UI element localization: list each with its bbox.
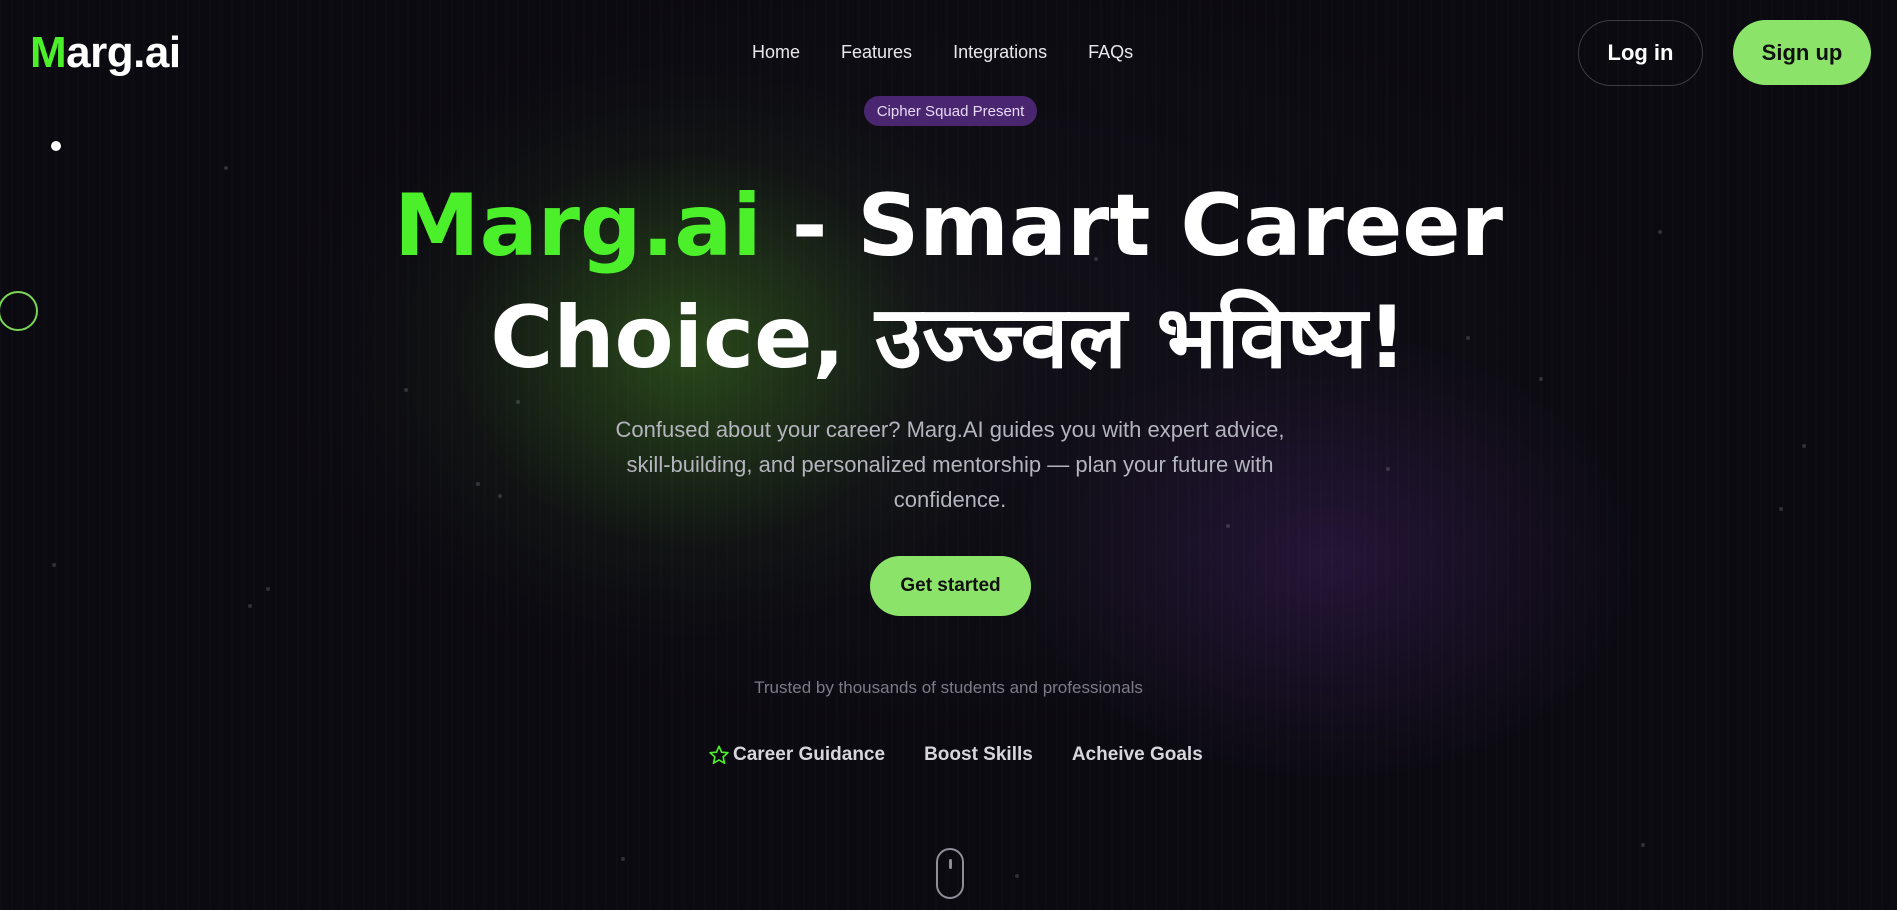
presenter-badge: Cipher Squad Present [864,96,1037,126]
feature-career-guidance: Career Guidance [708,744,885,766]
feature-label: Career Guidance [733,744,886,765]
logo[interactable]: Marg.ai [30,28,181,78]
hero-title: Marg.ai - Smart Career Choice, उज्ज्वल भ… [0,170,1897,394]
nav-home[interactable]: Home [752,42,800,63]
hero-subtitle: Confused about your career? Marg.AI guid… [615,417,1285,512]
particle-dot [1015,874,1019,878]
login-button[interactable]: Log in [1578,20,1703,86]
nav-integrations[interactable]: Integrations [953,42,1047,63]
particle-dot [476,482,480,486]
feature-achieve-goals: Acheive Goals [1072,744,1203,766]
particle-dot [266,587,270,591]
particle-dot [1226,524,1230,528]
nav-faqs[interactable]: FAQs [1088,42,1133,63]
logo-accent: M [30,28,67,77]
signup-button[interactable]: Sign up [1733,20,1871,85]
particle-dot [516,400,520,404]
particle-dot [248,604,252,608]
star-outline-icon [709,745,729,764]
feature-list: Career Guidance Boost Skills Acheive Goa… [708,744,1242,766]
feature-label: Boost Skills [924,744,1033,765]
hero-title-line2: Choice, उज्ज्वल भविष्य! [490,288,1407,388]
particle-dot [1641,843,1645,847]
particle-dot [1779,507,1783,511]
landing-page: Marg.ai Home Features Integrations FAQs … [0,0,1897,910]
particle-dot [621,857,625,861]
particle-dot [1386,467,1390,471]
particle-dot [1802,444,1806,448]
hero-title-line1: - Smart Career [761,176,1504,276]
particle-dot [498,494,502,498]
trusted-text: Trusted by thousands of students and pro… [754,678,1143,697]
nav-features[interactable]: Features [841,42,912,63]
hero-title-brand: Marg.ai [393,176,762,276]
particle-dot [51,141,61,151]
feature-label: Acheive Goals [1071,744,1203,765]
mouse-scroll-icon[interactable] [936,848,964,899]
get-started-button[interactable]: Get started [870,556,1031,616]
main-nav: Home Features Integrations FAQs [752,42,1174,63]
mouse-wheel [949,859,952,869]
logo-text: arg.ai [66,28,181,77]
feature-boost-skills: Boost Skills [924,744,1033,766]
particle-dot [52,563,56,567]
